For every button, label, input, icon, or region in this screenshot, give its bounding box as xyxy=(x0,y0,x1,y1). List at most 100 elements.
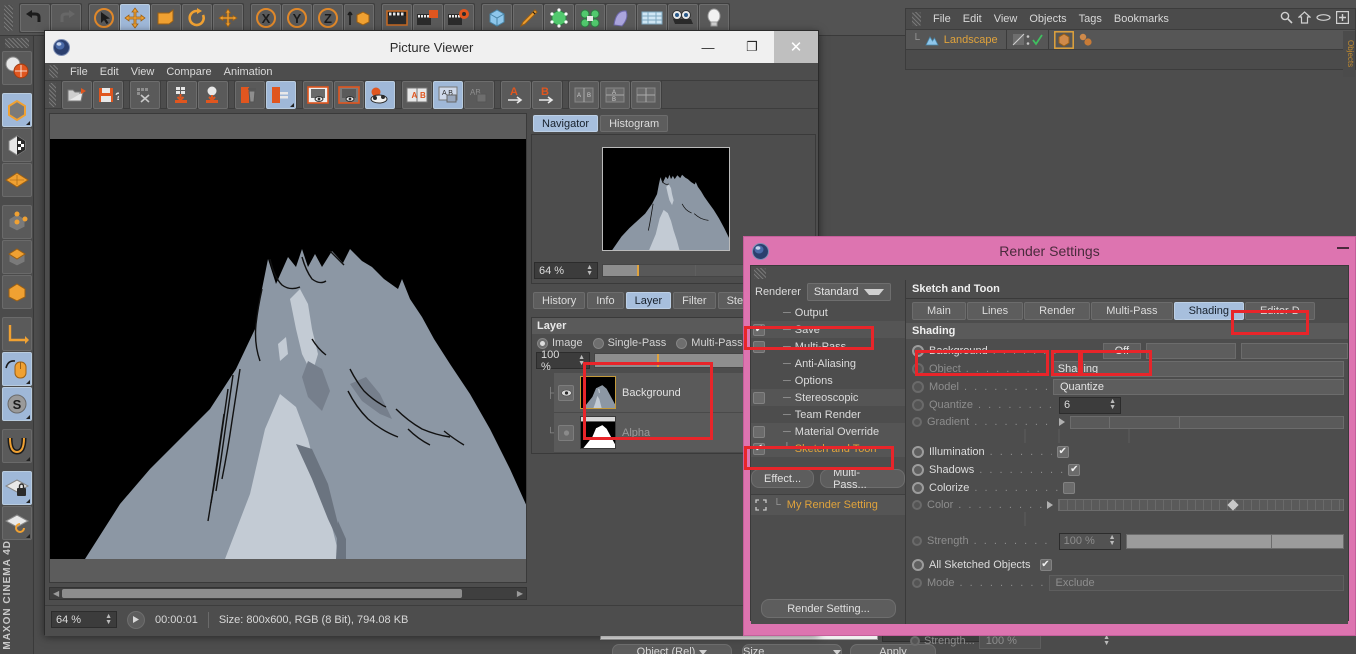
object-rel-dropdown[interactable]: Object (Rel) xyxy=(612,644,732,654)
obj-menu-objects[interactable]: Objects xyxy=(1029,13,1066,25)
colorize-checkbox[interactable]: ✔ xyxy=(1063,482,1076,494)
render-region-icon[interactable] xyxy=(413,3,443,32)
tree-checkbox-multipass[interactable]: ✔ xyxy=(753,340,765,353)
tree-item-materialoverride[interactable]: ✔ ─ Material Override xyxy=(751,423,905,440)
pv-menu-file[interactable]: File xyxy=(70,66,88,78)
color-expand-icon[interactable] xyxy=(1047,501,1054,509)
obj-menu-file[interactable]: File xyxy=(933,13,951,25)
file-group[interactable]: ? xyxy=(61,79,124,110)
tree-item-multipass[interactable]: ✔ ─ Multi-Pass xyxy=(751,338,905,355)
shadows-checkbox[interactable]: ✔ xyxy=(1068,464,1081,476)
gradient-anim-circle-icon[interactable] xyxy=(912,417,922,427)
compare-view-icon[interactable] xyxy=(365,80,395,109)
strength-anim-dot-icon[interactable] xyxy=(910,636,920,646)
pv-menu-animation[interactable]: Animation xyxy=(224,66,273,78)
allsketched-anim-circle-icon[interactable] xyxy=(912,559,924,571)
open-file-icon[interactable] xyxy=(62,80,92,109)
pen-spline-icon[interactable] xyxy=(513,3,543,32)
object-anim-circle-icon[interactable] xyxy=(912,363,924,375)
render-group[interactable] xyxy=(381,2,475,33)
tree-item-teamrender[interactable]: ✔ ─ Team Render xyxy=(751,406,905,423)
object-manager-panel[interactable]: File Edit View Objects Tags Bookmarks └ … xyxy=(905,8,1356,77)
pv-menubar-grip[interactable] xyxy=(49,65,58,78)
ab-diff-icon[interactable]: AB xyxy=(464,80,494,109)
view-group[interactable] xyxy=(302,79,396,110)
tab-histogram[interactable]: Histogram xyxy=(600,115,669,132)
tree-item-options[interactable]: ✔ ─ Options xyxy=(751,372,905,389)
tab-multipass[interactable]: Multi-Pass xyxy=(1091,302,1173,320)
save-all-icon[interactable] xyxy=(167,80,197,109)
prop-row-object[interactable]: Object . . . . . . . . . . Shading xyxy=(906,360,1348,378)
layer-opacity-field[interactable]: 100 % ▲ ▼ xyxy=(536,349,590,373)
render-settings-tree[interactable]: ✔ ─ Output ✔ ─ Save ✔ ─ Multi-Pass xyxy=(751,304,905,457)
all-sketched-objects-checkbox[interactable]: ✔ xyxy=(1039,559,1052,571)
color-knob-1[interactable] xyxy=(1024,512,1033,526)
picture-viewer-statusbar[interactable]: 64 % ▲ ▼ 00:00:01 Size: 800x600, RGB (8 B… xyxy=(45,605,818,633)
object-manager-tool-icons[interactable] xyxy=(1280,11,1349,24)
undo-icon[interactable] xyxy=(20,3,50,32)
deformer-icon[interactable] xyxy=(575,3,605,32)
tab-lines[interactable]: Lines xyxy=(966,302,1024,320)
prop-row-background[interactable]: Background . . . . . . . Off xyxy=(906,342,1348,360)
clear-history-icon[interactable] xyxy=(266,80,296,109)
edges-mode-icon[interactable] xyxy=(1,205,32,239)
effect-button[interactable]: Effect... xyxy=(751,469,815,488)
tree-item-sketchandtoon[interactable]: ✔ └ Sketch and Toon xyxy=(751,440,905,457)
nurbs-icon[interactable] xyxy=(606,3,636,32)
prop-row-model[interactable]: Model . . . . . . . . . . . Quantize xyxy=(906,378,1348,396)
prop-row-gradient[interactable]: Gradient . . . . . . . . xyxy=(906,414,1348,430)
home-icon[interactable] xyxy=(1298,11,1311,24)
obj-menu-edit[interactable]: Edit xyxy=(963,13,982,25)
slider-handle[interactable] xyxy=(637,265,639,276)
search-icon[interactable] xyxy=(1280,11,1293,24)
render-setting-button[interactable]: Render Setting... xyxy=(761,599,896,618)
batch-render-icon[interactable] xyxy=(130,80,160,109)
background-fill-field[interactable] xyxy=(1240,343,1348,359)
status-zoom-spinner-icon[interactable]: ▲ ▼ xyxy=(99,613,112,626)
window-controls[interactable]: — ❐ ✕ xyxy=(686,31,818,63)
select-tool-icon[interactable] xyxy=(89,3,119,32)
prop-row-all-sketched-objects[interactable]: All Sketched Objects ✔ xyxy=(906,556,1348,574)
layer-thumbnail-alpha[interactable] xyxy=(580,416,616,449)
obj-menubar-grip[interactable] xyxy=(912,12,921,26)
move-alt-icon[interactable] xyxy=(213,3,243,32)
tree-checkbox-materialoverride[interactable]: ✔ xyxy=(753,425,765,438)
rendered-image[interactable] xyxy=(50,139,526,559)
object-manager-empty-area[interactable] xyxy=(906,49,1355,69)
object-axis-icon[interactable] xyxy=(1,275,32,309)
x-axis-icon[interactable]: X xyxy=(251,3,281,32)
prop-row-mode[interactable]: Mode . . . . . . . . . . Exclude xyxy=(906,574,1348,592)
tree-item-save[interactable]: ✔ ─ Save xyxy=(751,321,905,338)
scroll-left-icon[interactable]: ◀ xyxy=(53,589,59,598)
polygons-mode-icon[interactable] xyxy=(1,240,32,274)
rs-grip[interactable] xyxy=(754,267,766,279)
obj-menu-tags[interactable]: Tags xyxy=(1079,13,1102,25)
navigator-zoom-field[interactable]: 64 % ▲ ▼ xyxy=(534,262,598,279)
tab-render[interactable]: Render xyxy=(1024,302,1091,320)
color-slider[interactable] xyxy=(1058,499,1344,511)
sketch-toon-tabrow[interactable]: Main Lines Render Multi-Pass Shading Edi… xyxy=(906,299,1348,323)
rotate-tool-icon[interactable] xyxy=(182,3,212,32)
strength-value-field[interactable]: 100 % ▲ ▼ xyxy=(1058,532,1121,550)
color-anim-circle-icon[interactable] xyxy=(912,500,922,510)
tab-navigator[interactable]: Navigator xyxy=(533,115,599,132)
pv-menu-view[interactable]: View xyxy=(131,66,155,78)
color-slider-handle[interactable] xyxy=(1227,499,1239,511)
play-button[interactable] xyxy=(127,610,145,629)
prop-row-colorize[interactable]: Colorize . . . . . . . . . ✔ xyxy=(906,479,1348,497)
object-manager-menubar[interactable]: File Edit View Objects Tags Bookmarks xyxy=(906,9,1355,29)
tab-layer[interactable]: Layer xyxy=(625,292,672,309)
render-settings-gripbar[interactable] xyxy=(751,266,1348,280)
workplane-rotate-icon[interactable] xyxy=(1,506,32,540)
gradient-knob-row[interactable] xyxy=(1024,429,1348,443)
layout-split-icon[interactable]: AB xyxy=(569,80,599,109)
render-preset-row[interactable]: └ My Render Setting xyxy=(751,494,905,515)
color-knob-row[interactable] xyxy=(1024,512,1348,526)
material-tag-icon[interactable] xyxy=(1078,33,1096,47)
ab-set-group[interactable]: A B xyxy=(500,79,563,110)
prop-row-color[interactable]: Color . . . . . . . . . . xyxy=(906,497,1348,513)
preset-expand-icon[interactable] xyxy=(755,499,767,511)
minimize-button[interactable] xyxy=(1337,247,1349,249)
render-settings-buttons[interactable]: Effect... Multi-Pass... xyxy=(751,467,905,491)
radio-single-pass[interactable] xyxy=(592,337,604,349)
